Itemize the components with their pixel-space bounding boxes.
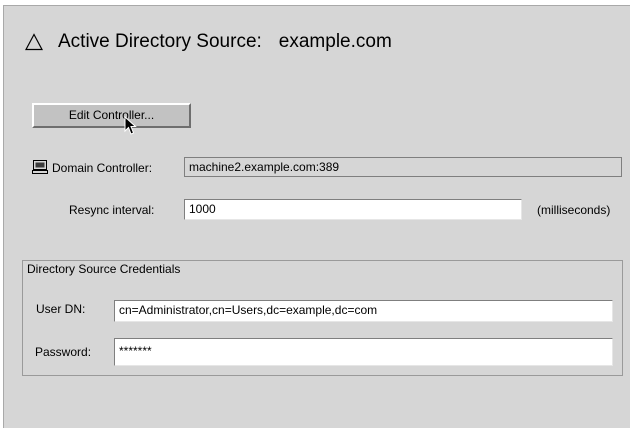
domain-controller-field: machine2.example.com:389 (184, 157, 622, 177)
resync-interval-label: Resync interval: (69, 203, 155, 217)
password-label: Password: (35, 345, 92, 359)
mouse-pointer-icon (124, 116, 137, 135)
credentials-group-title: Directory Source Credentials (25, 262, 183, 276)
title-label: Active Directory Source: (58, 31, 262, 52)
resync-interval-input[interactable]: 1000 (184, 199, 522, 220)
warning-triangle-icon (25, 33, 43, 51)
password-input[interactable]: ******* (114, 338, 613, 366)
title-domain: example.com (278, 31, 392, 52)
milliseconds-unit: (milliseconds) (537, 203, 611, 217)
user-dn-label: User DN: (36, 302, 86, 316)
edit-controller-button[interactable]: Edit Controller... (32, 103, 191, 128)
computer-icon (32, 160, 48, 174)
user-dn-input[interactable]: cn=Administrator,cn=Users,dc=example,dc=… (114, 300, 613, 322)
page-title: Active Directory Source: example.com (25, 31, 392, 53)
domain-controller-label: Domain Controller: (52, 161, 153, 175)
